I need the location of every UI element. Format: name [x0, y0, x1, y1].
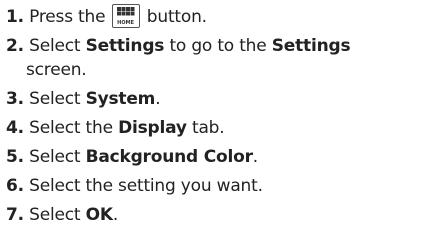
- step-text: tab.: [191, 118, 225, 138]
- step-text: .: [155, 89, 161, 109]
- step-text: .: [252, 147, 258, 167]
- step-text: Press the: [29, 7, 106, 27]
- ui-term: Background Color: [85, 147, 253, 167]
- home-grid-icon: HOME: [111, 4, 140, 28]
- step-number: 4.: [6, 118, 24, 138]
- step-3: 3. Select System.: [6, 85, 426, 114]
- step-number: 6.: [6, 176, 24, 196]
- ui-term: Display: [118, 118, 187, 138]
- step-text: Select: [29, 89, 81, 109]
- home-icon-label: HOME: [117, 20, 134, 26]
- step-number: 3.: [6, 89, 24, 109]
- step-text: Select: [29, 147, 81, 167]
- ui-term: System: [85, 89, 156, 109]
- step-text-continued: screen.: [26, 60, 87, 80]
- step-number: 7.: [6, 205, 24, 225]
- step-7: 7. Select OK.: [6, 201, 426, 230]
- step-text: Select: [29, 36, 81, 56]
- step-6: 6. Select the setting you want.: [6, 172, 426, 201]
- step-number: 1.: [6, 7, 24, 27]
- step-text: Select: [29, 205, 81, 225]
- step-text: to go to the: [169, 36, 267, 56]
- step-5: 5. Select Background Color.: [6, 143, 426, 172]
- instruction-steps: 1. Press the HOME button. 2. Select Sett…: [6, 3, 426, 230]
- step-text: button.: [146, 7, 207, 27]
- step-2: 2. Select Settings to go to the Settings…: [6, 32, 426, 85]
- ui-term: Settings: [271, 36, 351, 56]
- step-text: Select the: [29, 118, 113, 138]
- step-number: 5.: [6, 147, 24, 167]
- ui-term: OK: [85, 205, 113, 225]
- step-text: .: [112, 205, 119, 225]
- step-number: 2.: [6, 36, 24, 56]
- step-text: Select the setting you want.: [29, 176, 263, 196]
- step-1: 1. Press the HOME button.: [6, 3, 426, 32]
- ui-term: Settings: [85, 36, 165, 56]
- step-4: 4. Select the Display tab.: [6, 114, 426, 143]
